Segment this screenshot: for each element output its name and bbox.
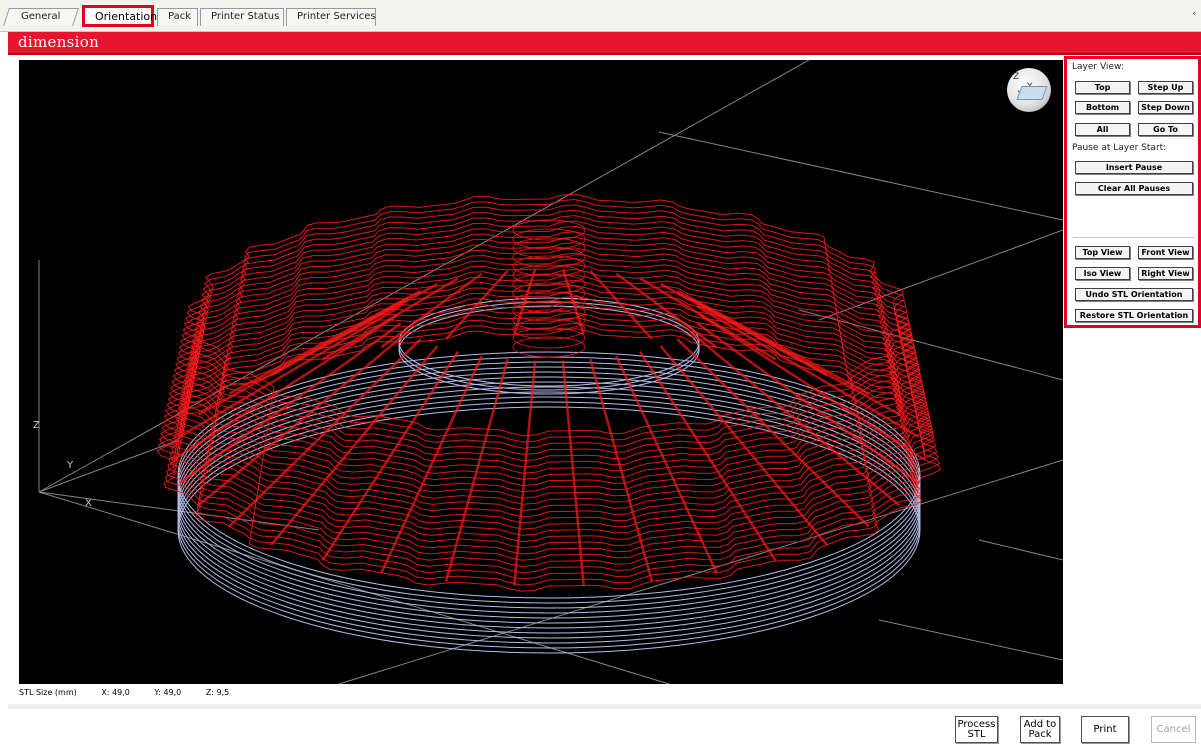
stl-size-x: X: 49,0 [101, 688, 130, 697]
dimension-logo: dimension [18, 33, 100, 51]
grid-line [878, 619, 1063, 661]
stl-size-label: STL Size (mm) [19, 688, 77, 697]
process-stl-button[interactable]: Process STL [955, 716, 998, 743]
all-button[interactable]: All [1075, 123, 1130, 136]
top-view-button[interactable]: Top View [1075, 246, 1130, 259]
restore-stl-orientation-button[interactable]: Restore STL Orientation [1075, 309, 1193, 322]
action-bar: Process STL Add to Pack Print Cancel [8, 704, 1201, 744]
brand-bar: dimension [8, 32, 1201, 55]
layer-view-label: Layer View: [1072, 62, 1124, 72]
center-hub-layer [512, 309, 586, 331]
tab-general[interactable]: General [3, 8, 79, 26]
gear-tooth [561, 360, 585, 586]
panel-divider [1073, 237, 1195, 238]
grid-line [978, 539, 1063, 561]
y-axis-label: Y [66, 460, 74, 471]
bottom-button[interactable]: Bottom [1075, 101, 1130, 114]
y-axis-line [38, 439, 180, 493]
tab-general-label: General [21, 11, 61, 22]
undo-stl-orientation-button[interactable]: Undo STL Orientation [1075, 288, 1193, 301]
center-hub-layer [512, 327, 586, 349]
tab-pack[interactable]: Pack [157, 8, 198, 26]
cube-z-label: Z [1013, 72, 1020, 82]
insert-pause-button[interactable]: Insert Pause [1075, 161, 1193, 174]
x-axis-label: X [85, 498, 92, 509]
gear-tooth [513, 360, 537, 586]
model-scene[interactable]: Z Y X [19, 60, 1063, 684]
right-view-button[interactable]: Right View [1138, 267, 1193, 280]
add-to-pack-button[interactable]: Add to Pack [1020, 716, 1060, 743]
print-button[interactable]: Print [1081, 716, 1129, 743]
center-hub-layer [512, 228, 586, 250]
grid-line [658, 131, 1063, 221]
model-viewport[interactable]: Z Y X Z Y X [19, 60, 1063, 684]
iso-view-button[interactable]: Iso View [1075, 267, 1130, 280]
tab-orientation[interactable]: Orientation [82, 5, 157, 27]
tab-bar: General Orientation Pack Printer Status … [0, 0, 1201, 32]
cancel-button[interactable]: Cancel [1151, 716, 1196, 743]
center-hub-layer [512, 282, 586, 304]
add-to-pack-label-2: Pack [1028, 729, 1052, 740]
gear-layers [156, 193, 942, 592]
clear-all-pauses-button[interactable]: Clear All Pauses [1075, 182, 1193, 195]
stl-size-readout: STL Size (mm) X: 49,0 Y: 49,0 Z: 9,5 [19, 688, 251, 697]
front-view-button[interactable]: Front View [1138, 246, 1193, 259]
z-axis-label: Z [33, 420, 40, 431]
view-cube-icon[interactable]: Z Y X [1007, 68, 1051, 112]
stl-size-y: Y: 49,0 [154, 688, 182, 697]
layer-view-panel: Layer View: Top Step Up Bottom Step Down… [1064, 56, 1201, 328]
go-to-button[interactable]: Go To [1138, 123, 1193, 136]
process-stl-label-2: STL [967, 729, 986, 740]
center-hub-layer [512, 336, 586, 358]
support-ring [177, 361, 921, 609]
center-hub-layer [512, 255, 586, 277]
stl-size-z: Z: 9,5 [205, 688, 230, 697]
pause-at-layer-label: Pause at Layer Start: [1072, 143, 1167, 153]
step-down-button[interactable]: Step Down [1138, 101, 1193, 114]
tab-printer-services[interactable]: Printer Services [286, 8, 376, 26]
gear-tooth [589, 358, 654, 582]
cube-face [1016, 86, 1048, 100]
step-up-button[interactable]: Step Up [1138, 81, 1193, 94]
tab-printer-status[interactable]: Printer Status [200, 8, 284, 26]
top-button[interactable]: Top [1075, 81, 1130, 94]
chevron-right-icon[interactable]: ‹ [1192, 9, 1196, 19]
